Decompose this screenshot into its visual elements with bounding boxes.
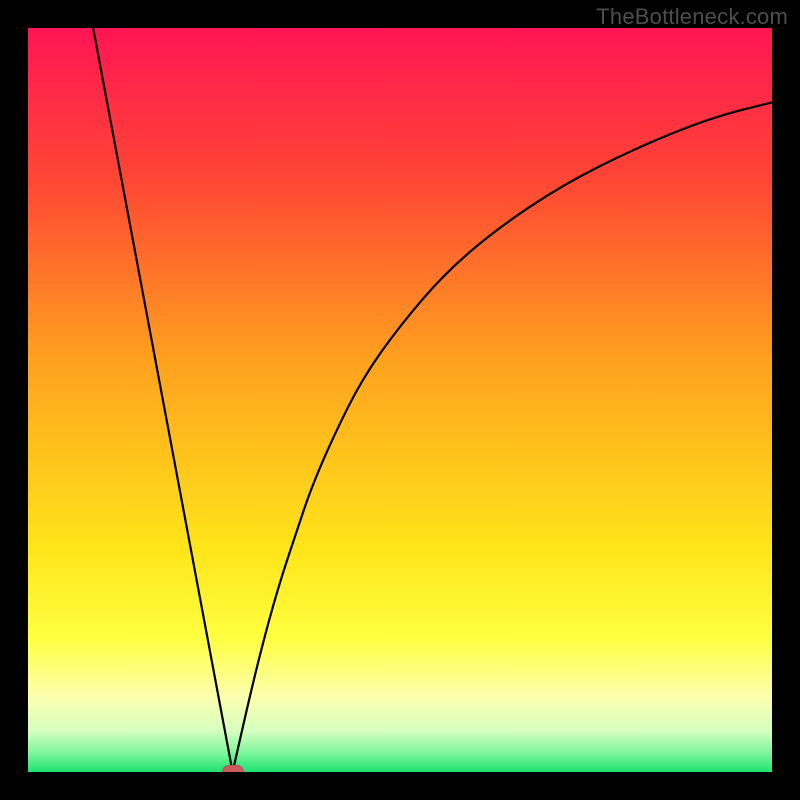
optimum-marker <box>222 765 244 772</box>
watermark-text: TheBottleneck.com <box>596 4 788 30</box>
chart-svg <box>28 28 772 772</box>
chart-frame: TheBottleneck.com <box>0 0 800 800</box>
plot-area <box>28 28 772 772</box>
gradient-background <box>28 28 772 772</box>
